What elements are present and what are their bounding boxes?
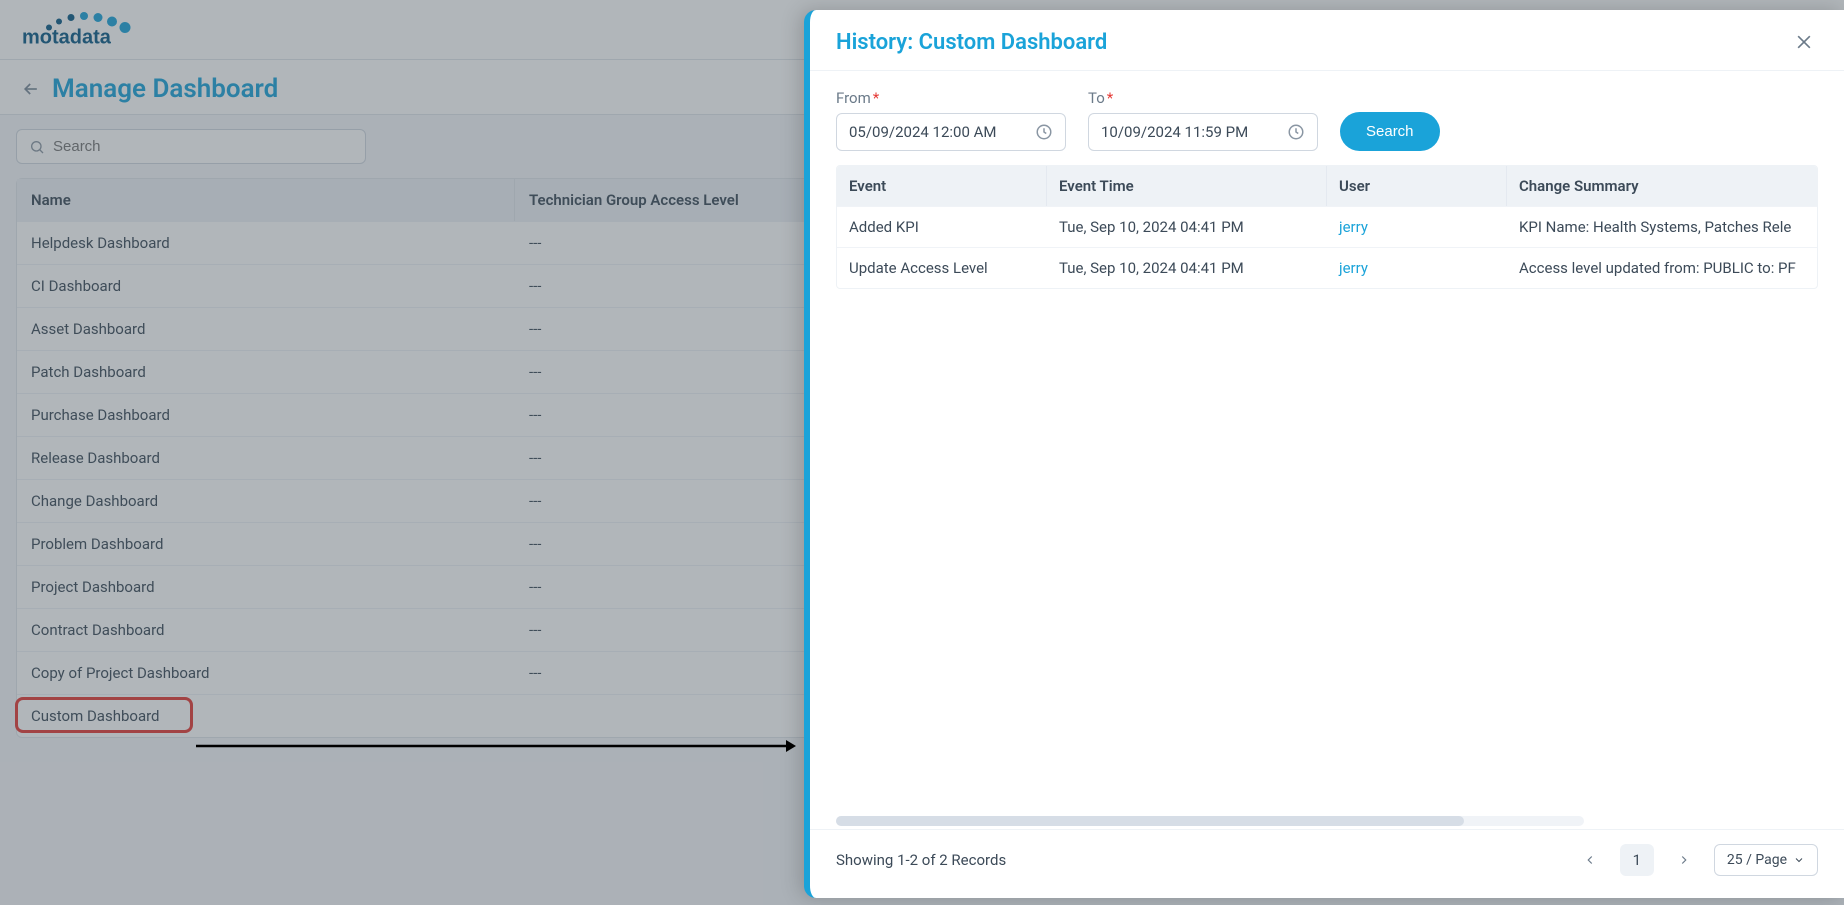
cell-time: Tue, Sep 10, 2024 04:41 PM xyxy=(1047,207,1327,247)
to-field-group: To* 10/09/2024 11:59 PM xyxy=(1088,89,1318,151)
history-row: Update Access Level Tue, Sep 10, 2024 04… xyxy=(837,247,1817,288)
col-event-time-header[interactable]: Event Time xyxy=(1047,166,1327,206)
cell-time: Tue, Sep 10, 2024 04:41 PM xyxy=(1047,248,1327,288)
history-table: Event Event Time User Change Summary Add… xyxy=(836,165,1818,289)
panel-header: History: Custom Dashboard xyxy=(810,10,1844,71)
cell-event: Added KPI xyxy=(837,207,1047,247)
pager-next-button[interactable] xyxy=(1668,844,1700,876)
cell-event: Update Access Level xyxy=(837,248,1047,288)
to-label: To* xyxy=(1088,89,1318,107)
clock-icon xyxy=(1035,123,1053,141)
clock-icon xyxy=(1287,123,1305,141)
horizontal-scrollbar-thumb[interactable] xyxy=(836,816,1464,826)
to-date-value: 10/09/2024 11:59 PM xyxy=(1101,123,1248,141)
col-change-summary-header[interactable]: Change Summary xyxy=(1507,166,1817,206)
page-size-label: 25 / Page xyxy=(1727,852,1787,868)
from-date-input[interactable]: 05/09/2024 12:00 AM xyxy=(836,113,1066,151)
cell-summary: Access level updated from: PUBLIC to: PF xyxy=(1507,248,1817,288)
from-date-value: 05/09/2024 12:00 AM xyxy=(849,123,997,141)
panel-title: History: Custom Dashboard xyxy=(836,30,1107,55)
chevron-left-icon xyxy=(1583,853,1597,867)
to-date-input[interactable]: 10/09/2024 11:59 PM xyxy=(1088,113,1318,151)
pager-current-page[interactable]: 1 xyxy=(1620,844,1654,876)
close-icon xyxy=(1794,32,1814,52)
chevron-down-icon xyxy=(1793,854,1805,866)
col-user-header[interactable]: User xyxy=(1327,166,1507,206)
horizontal-scrollbar[interactable] xyxy=(836,816,1584,826)
from-label: From* xyxy=(836,89,1066,107)
user-link[interactable]: jerry xyxy=(1339,218,1368,236)
pagination: 1 25 / Page xyxy=(1574,844,1818,876)
history-row: Added KPI Tue, Sep 10, 2024 04:41 PM jer… xyxy=(837,206,1817,247)
user-link[interactable]: jerry xyxy=(1339,259,1368,277)
records-summary: Showing 1-2 of 2 Records xyxy=(836,851,1006,869)
history-table-header: Event Event Time User Change Summary xyxy=(837,166,1817,206)
page-size-select[interactable]: 25 / Page xyxy=(1714,844,1818,876)
close-button[interactable] xyxy=(1790,28,1818,56)
from-field-group: From* 05/09/2024 12:00 AM xyxy=(836,89,1066,151)
cell-summary: KPI Name: Health Systems, Patches Rele xyxy=(1507,207,1817,247)
panel-filter-row: From* 05/09/2024 12:00 AM To* 10/09/2024… xyxy=(810,71,1844,165)
col-event-header[interactable]: Event xyxy=(837,166,1047,206)
search-button[interactable]: Search xyxy=(1340,112,1440,151)
history-panel: History: Custom Dashboard From* 05/09/20… xyxy=(804,10,1844,898)
chevron-right-icon xyxy=(1677,853,1691,867)
panel-footer: Showing 1-2 of 2 Records 1 25 / Page xyxy=(810,829,1844,898)
pager-prev-button[interactable] xyxy=(1574,844,1606,876)
